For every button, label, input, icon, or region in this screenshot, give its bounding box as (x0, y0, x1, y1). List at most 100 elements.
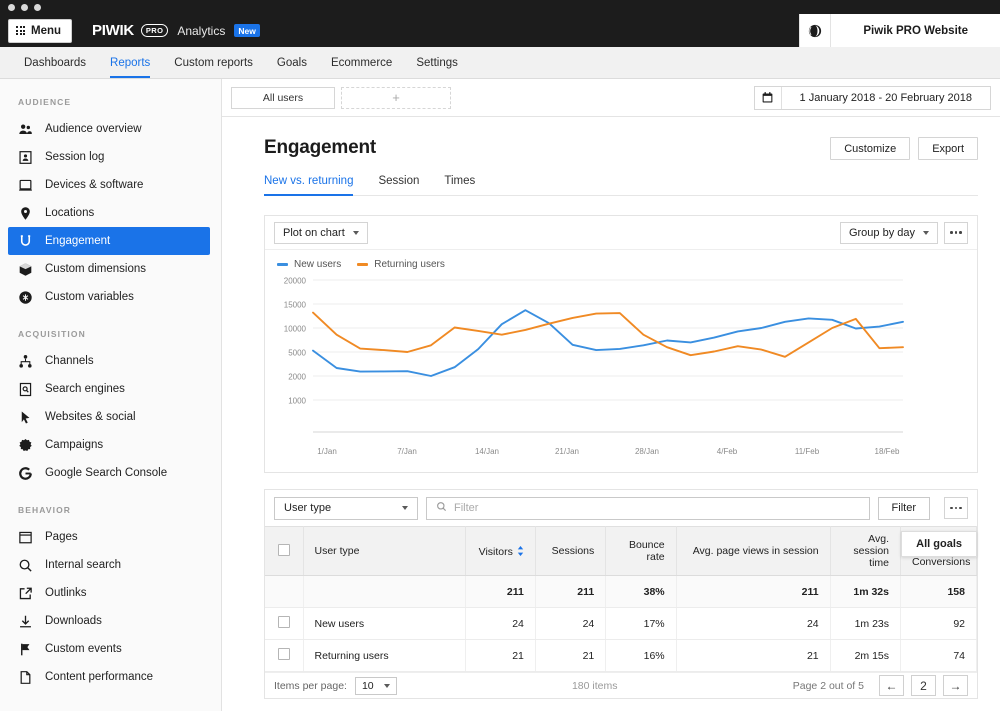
nav-tab-dashboards[interactable]: Dashboards (12, 47, 98, 78)
sidebar-item-locations[interactable]: Locations (0, 199, 221, 227)
customize-button[interactable]: Customize (830, 137, 911, 160)
row-checkbox-cell (265, 607, 304, 640)
sidebar-item-custom-dimensions[interactable]: Custom dimensions (0, 255, 221, 283)
next-page-button[interactable]: → (942, 675, 968, 696)
column-header-sessions[interactable]: Sessions (535, 526, 607, 576)
chevron-down-icon (352, 230, 359, 235)
sidebar-item-label: Internal search (45, 559, 122, 571)
cell-bounce-rate: 38% (605, 575, 677, 608)
group-by-label: Group by day (848, 226, 915, 239)
window-dot-maximize[interactable] (34, 3, 41, 11)
sidebar-item-search-engines[interactable]: Search engines (0, 375, 221, 403)
svg-text:7/Jan: 7/Jan (397, 447, 417, 456)
legend-item-returning-users[interactable]: Returning users (357, 259, 445, 270)
row-checkbox[interactable] (277, 648, 290, 660)
subtab-new-vs-returning[interactable]: New vs. returning (264, 175, 364, 196)
cell-bounce-rate: 16% (605, 639, 677, 672)
site-selector[interactable]: Piwik PRO Website (830, 14, 1000, 47)
subtab-session[interactable]: Session (378, 175, 430, 195)
nav-tab-ecommerce[interactable]: Ecommerce (319, 47, 404, 78)
column-header-user-type[interactable]: User type (303, 526, 466, 576)
table-toolbar: User type Filter Filter (265, 490, 977, 526)
svg-text:20000: 20000 (284, 277, 307, 286)
sidebar-item-downloads[interactable]: Downloads (0, 607, 221, 635)
sidebar-item-custom-events[interactable]: Custom events (0, 635, 221, 663)
brand-logo[interactable]: PIWIK PRO Analytics New (92, 22, 260, 39)
column-header-bounce-rate[interactable]: Bounce rate (605, 526, 677, 576)
current-page-indicator: 2 (910, 675, 936, 696)
cell-sessions: 24 (535, 607, 607, 640)
cell-visitors: 21 (465, 639, 536, 672)
export-button[interactable]: Export (918, 137, 978, 160)
cursor-icon (18, 410, 33, 425)
svg-text:14/Jan: 14/Jan (475, 447, 499, 456)
items-per-page-select[interactable]: 10 (354, 676, 397, 695)
cell-visitors: 211 (465, 575, 536, 608)
sidebar-item-label: Locations (45, 207, 95, 219)
row-checkbox[interactable] (277, 616, 290, 628)
sidebar-item-audience-overview[interactable]: Audience overview (0, 115, 221, 143)
subtab-times[interactable]: Times (444, 175, 486, 195)
segment-add-button[interactable]: + (341, 86, 451, 109)
sidebar-item-label: Audience overview (45, 123, 142, 135)
column-header-visitors[interactable]: Visitors (465, 526, 536, 576)
window-chrome (0, 0, 1000, 14)
chart-legend: New users Returning users (265, 250, 977, 272)
sidebar-item-label: Pages (45, 531, 78, 543)
nav-tab-custom-reports[interactable]: Custom reports (162, 47, 265, 78)
chart-plot-area[interactable]: 20000 15000 10000 5000 2000 1000 1/Jan 7/Jan 14/… (265, 272, 977, 472)
select-all-checkbox[interactable] (277, 543, 290, 556)
nav-tab-settings[interactable]: Settings (404, 47, 470, 78)
table-row[interactable]: Returning users 21 21 16% 21 2m 15s 74 (265, 639, 977, 672)
sidebar-item-session-log[interactable]: Session log (0, 143, 221, 171)
sidebar: AUDIENCE Audience overview Session log D… (0, 79, 222, 711)
svg-text:28/Jan: 28/Jan (635, 447, 659, 456)
sidebar-item-label: Google Search Console (45, 467, 168, 479)
sidebar-item-campaigns[interactable]: Campaigns (0, 431, 221, 459)
sidebar-item-devices-software[interactable]: Devices & software (0, 171, 221, 199)
sidebar-item-channels[interactable]: Channels (0, 347, 221, 375)
filter-input[interactable]: Filter (426, 496, 870, 520)
segment-all-users[interactable]: All users (231, 86, 335, 109)
pin-icon (18, 206, 33, 221)
sidebar-item-label: Custom events (45, 643, 122, 655)
device-icon (18, 178, 33, 193)
legend-item-new-users[interactable]: New users (277, 259, 341, 270)
primary-nav: Dashboards Reports Custom reports Goals … (0, 47, 1000, 79)
channels-icon (18, 354, 33, 369)
chevron-down-icon (923, 230, 929, 235)
sidebar-item-custom-variables[interactable]: Custom variables (0, 283, 221, 311)
column-header-avg-page-views[interactable]: Avg. page views in session (676, 526, 831, 576)
table-more-options-button[interactable] (944, 497, 968, 519)
window-dot-minimize[interactable] (21, 3, 28, 11)
menu-button[interactable]: Menu (8, 18, 73, 43)
cell-conversions: 158 (900, 575, 977, 608)
sidebar-item-label: Custom dimensions (45, 263, 146, 275)
nav-tab-reports[interactable]: Reports (98, 47, 162, 78)
sidebar-item-google-search-console[interactable]: Google Search Console (0, 459, 221, 487)
filter-button[interactable]: Filter (877, 496, 930, 520)
page-header: Engagement Customize Export (264, 137, 978, 160)
nav-tab-goals[interactable]: Goals (265, 47, 319, 78)
dimension-select[interactable]: User type (274, 496, 418, 520)
prev-page-button[interactable]: ← (878, 675, 904, 696)
chart-more-options-button[interactable] (944, 221, 968, 244)
table-row[interactable]: New users 24 24 17% 24 1m 23s 92 (265, 607, 977, 640)
group-by-select[interactable]: Group by day (839, 221, 938, 244)
sidebar-item-websites-social[interactable]: Websites & social (0, 403, 221, 431)
plot-on-chart-select[interactable]: Plot on chart (274, 221, 368, 244)
svg-text:15000: 15000 (284, 301, 307, 310)
sidebar-item-outlinks[interactable]: Outlinks (0, 579, 221, 607)
globe-icon[interactable] (799, 14, 831, 47)
plot-on-chart-label: Plot on chart (283, 226, 345, 239)
date-range-picker[interactable]: 1 January 2018 - 20 February 2018 (753, 85, 991, 110)
sidebar-item-pages[interactable]: Pages (0, 523, 221, 551)
sidebar-item-content-performance[interactable]: Content performance (0, 663, 221, 691)
brand-piwik-text: PIWIK (92, 22, 134, 39)
column-header-avg-session-time[interactable]: Avg. session time (830, 526, 902, 576)
sidebar-item-internal-search[interactable]: Internal search (0, 551, 221, 579)
all-goals-popover[interactable]: All goals (901, 531, 977, 557)
window-dot-close[interactable] (8, 3, 15, 11)
sidebar-item-engagement[interactable]: Engagement (8, 227, 210, 255)
